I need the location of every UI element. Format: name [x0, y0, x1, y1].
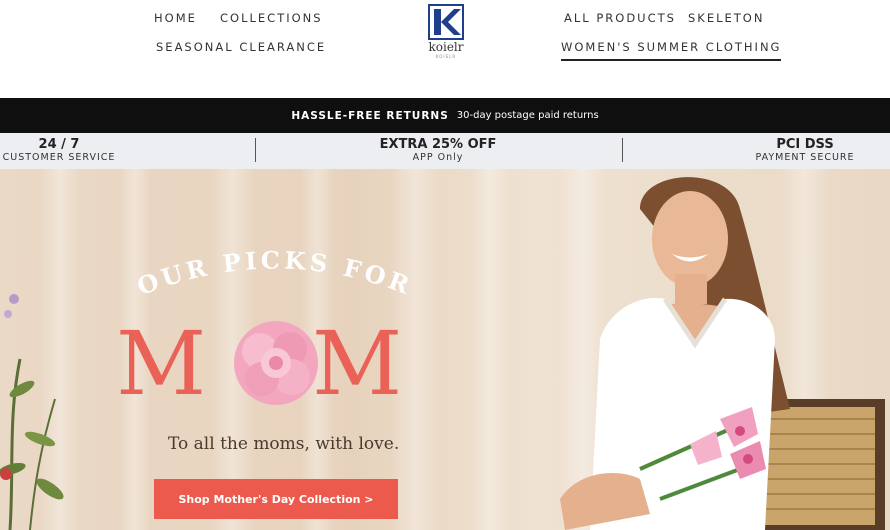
announcement-title: HASSLE-FREE RETURNS: [291, 109, 449, 122]
feature-subtitle: CUSTOMER SERVICE: [2, 152, 116, 163]
feature-payment-secure: PCI DSS PAYMENT SECURE: [750, 137, 860, 164]
our-picks-heading: OUR PICKS FOR: [133, 245, 417, 301]
logo-k-icon: [428, 4, 464, 40]
plant-decoration: [0, 294, 64, 530]
nav-home-link[interactable]: HOME: [154, 11, 197, 25]
shop-mothers-day-button[interactable]: Shop Mother's Day Collection >: [154, 479, 398, 519]
feature-customer-service: 24 / 7 CUSTOMER SERVICE: [0, 137, 118, 164]
site-header: HOME COLLECTIONS SEASONAL CLEARANCE koie…: [0, 0, 890, 98]
hero-banner[interactable]: OUR PICKS FOR M M To all the moms, with …: [0, 169, 890, 530]
feature-title: EXTRA 25% OFF: [379, 137, 497, 152]
hero-tagline: To all the moms, with love.: [168, 434, 400, 454]
feature-divider: [622, 138, 623, 162]
features-bar: 24 / 7 CUSTOMER SERVICE EXTRA 25% OFF AP…: [0, 133, 890, 169]
nav-collections-link[interactable]: COLLECTIONS: [220, 11, 323, 25]
feature-title: 24 / 7: [38, 137, 80, 152]
mom-letter-m: M: [116, 312, 207, 415]
model-photo: [560, 177, 885, 530]
announcement-bar: HASSLE-FREE RETURNS 30-day postage paid …: [0, 98, 890, 133]
svg-text:OUR PICKS FOR: OUR PICKS FOR: [133, 245, 417, 301]
nav-seasonal-clearance-link[interactable]: SEASONAL CLEARANCE: [156, 40, 326, 54]
our-picks-text: OUR PICKS FOR: [133, 245, 413, 301]
feature-subtitle: PAYMENT SECURE: [755, 152, 855, 163]
feature-app-discount: EXTRA 25% OFF APP Only: [352, 137, 524, 164]
feature-title: PCI DSS: [776, 137, 834, 152]
mom-letter-m: M: [312, 312, 403, 415]
site-logo[interactable]: koielr KOIELR: [418, 4, 474, 64]
nav-womens-summer-clothing-link[interactable]: WOMEN'S SUMMER CLOTHING: [561, 40, 782, 61]
logo-wordmark: koielr: [428, 40, 464, 54]
announcement-text: 30-day postage paid returns: [456, 110, 599, 121]
carnation-flower-icon: [234, 321, 318, 405]
nav-all-products-link[interactable]: ALL PRODUCTS: [564, 11, 676, 25]
nav-skeleton-link[interactable]: SKELETON: [688, 11, 764, 25]
feature-subtitle: APP Only: [412, 152, 464, 163]
logo-subtext: KOIELR: [435, 54, 457, 59]
feature-divider: [255, 138, 256, 162]
mom-heading: M M: [116, 319, 436, 409]
